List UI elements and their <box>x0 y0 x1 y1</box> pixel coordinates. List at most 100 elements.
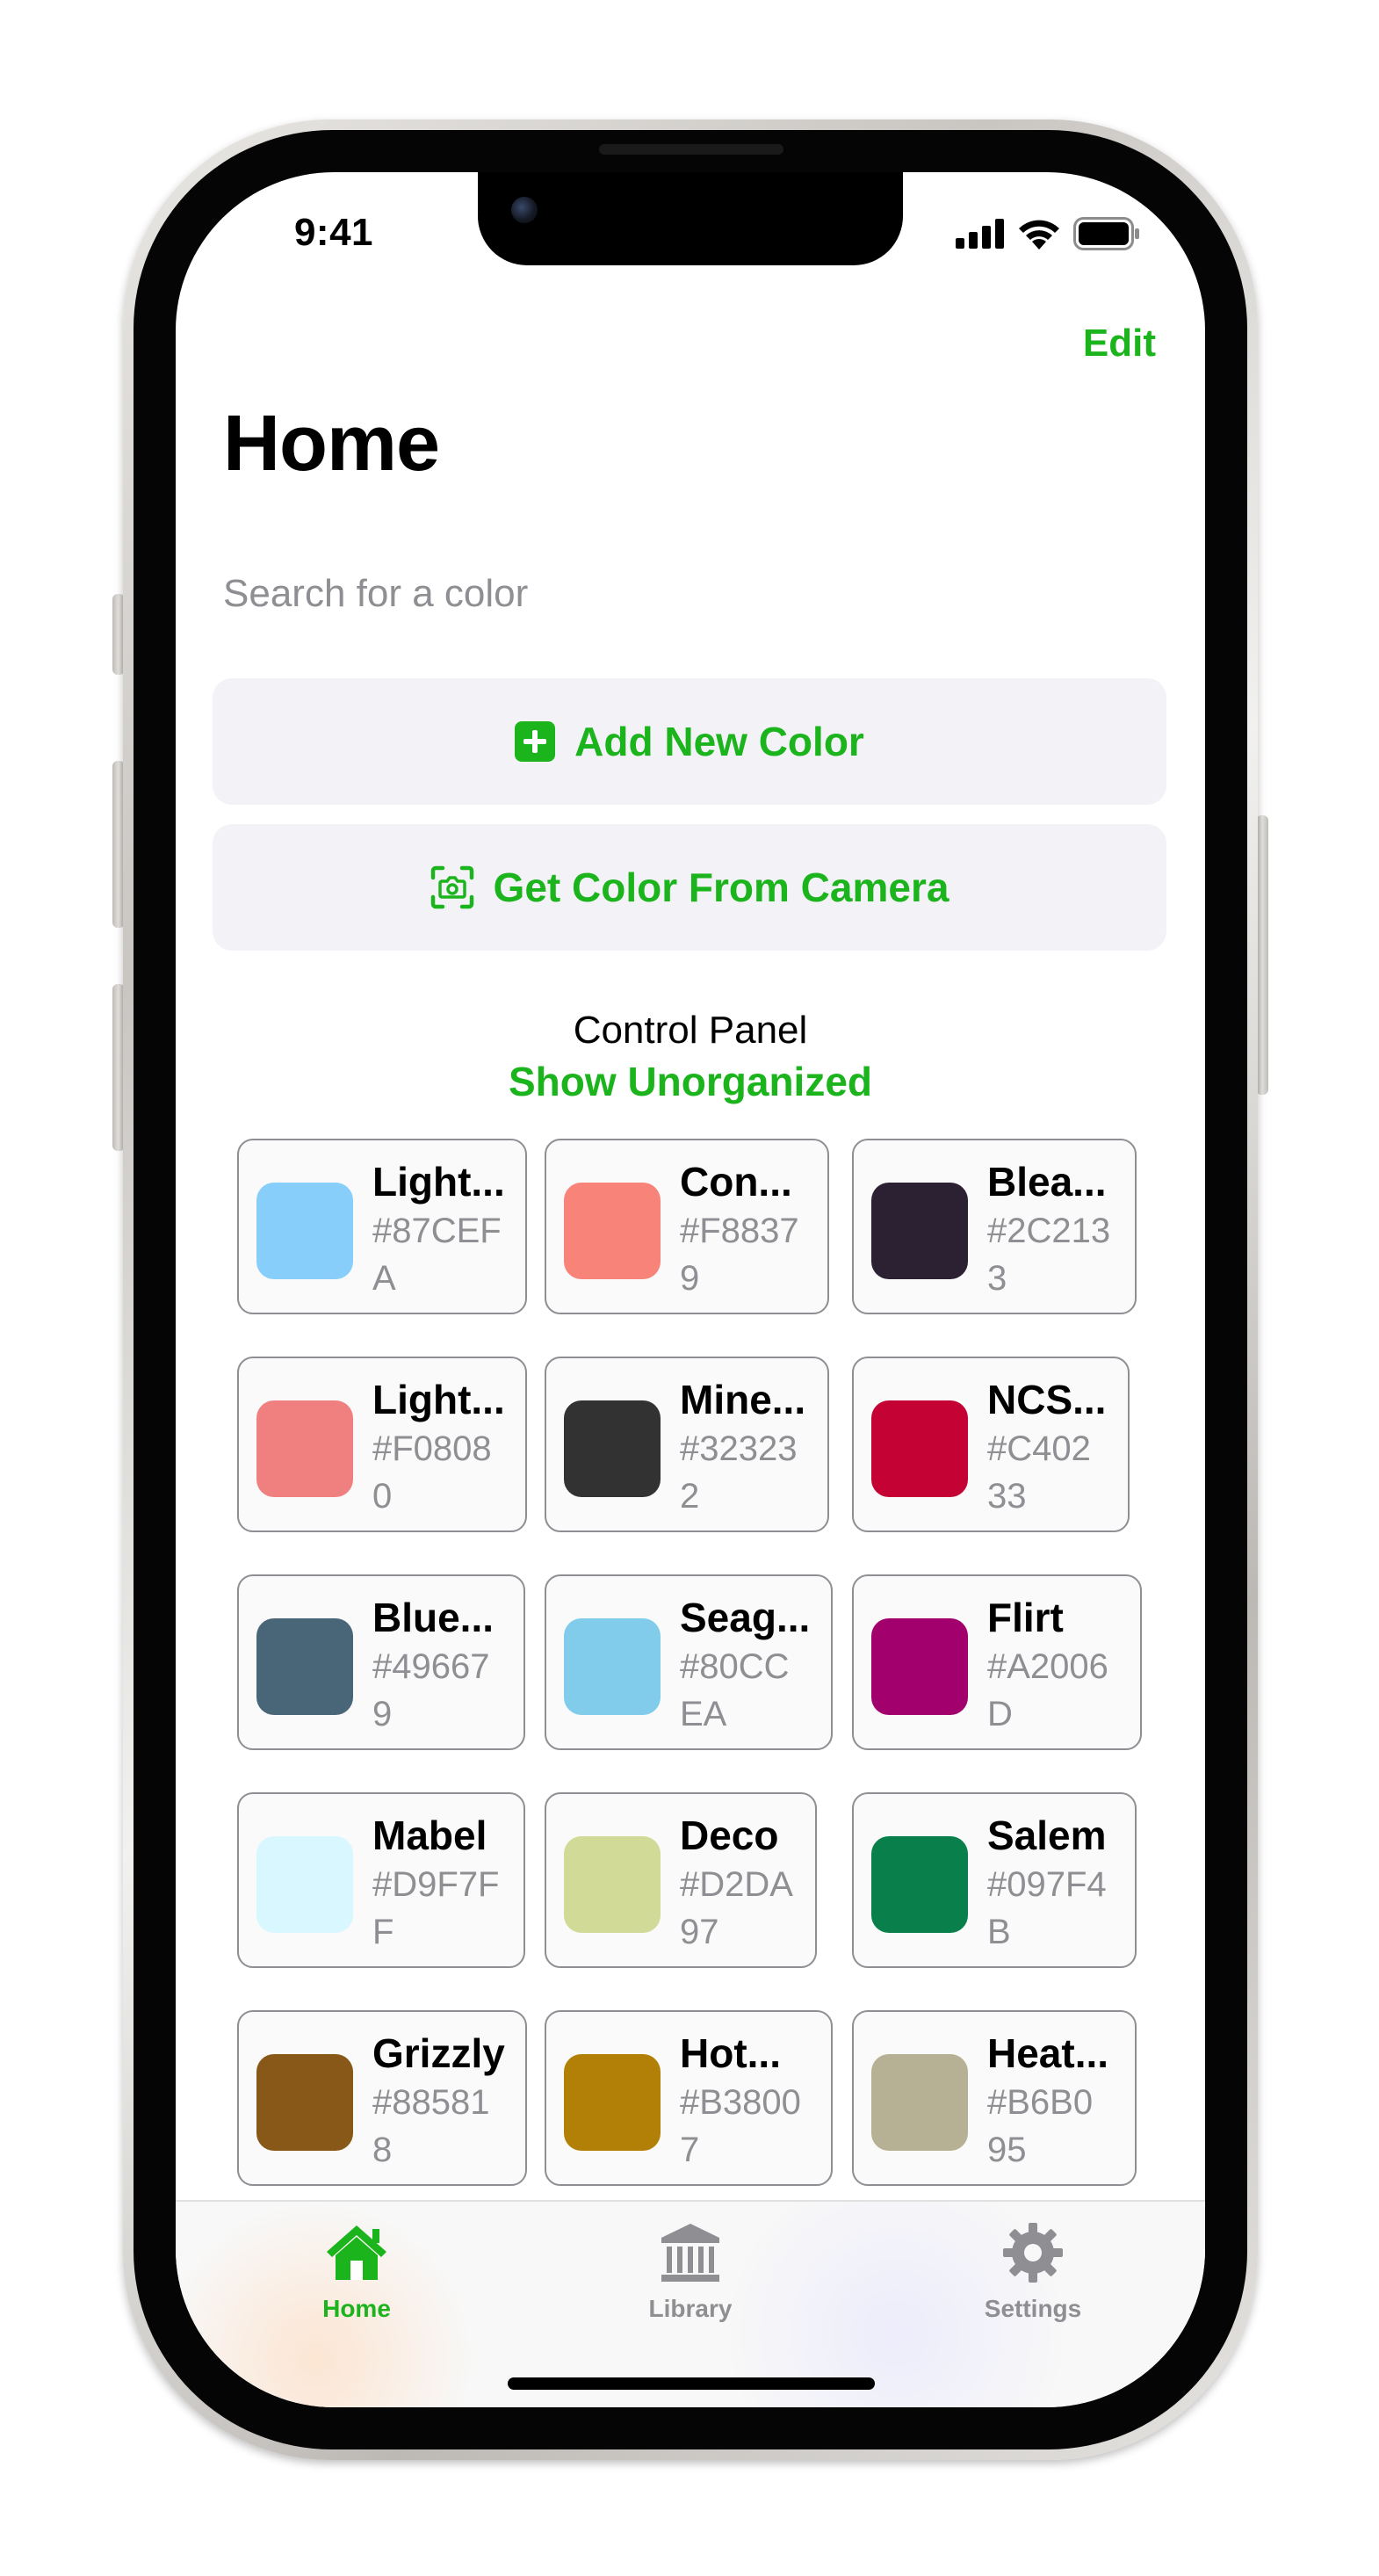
tab-settings[interactable]: Settings <box>945 2216 1121 2323</box>
color-hex-line: 97 <box>680 1913 719 1951</box>
color-hex: #88581 8 <box>372 2079 489 2174</box>
color-hex: #87CEF A <box>372 1207 502 1302</box>
color-hex-line: #097F4 <box>987 1865 1107 1904</box>
color-card[interactable]: Grizzly #88581 8 <box>237 2010 527 2186</box>
color-swatch <box>871 2054 968 2151</box>
color-hex-line: #80CC <box>680 1647 790 1686</box>
color-card[interactable]: Flirt #A2006 D <box>852 1574 1142 1750</box>
color-hex: #C402 33 <box>987 1425 1091 1520</box>
color-hex-line: 7 <box>680 2131 700 2169</box>
color-hex-line: 3 <box>987 1259 1007 1298</box>
color-card[interactable]: Mabel #D9F7F F <box>237 1792 525 1968</box>
color-card[interactable]: Hot... #B3800 7 <box>545 2010 833 2186</box>
status-icons <box>956 216 1140 251</box>
color-card[interactable]: Heat... #B6B0 95 <box>852 2010 1137 2186</box>
color-hex-line: #C402 <box>987 1429 1091 1468</box>
color-name: Con... <box>680 1159 792 1205</box>
color-hex: #B6B0 95 <box>987 2079 1093 2174</box>
color-hex: #80CC EA <box>680 1643 790 1738</box>
color-hex-line: #D2DA <box>680 1865 793 1904</box>
color-hex-line: #D9F7F <box>372 1865 500 1904</box>
color-card[interactable]: Seag... #80CC EA <box>545 1574 833 1750</box>
color-hex: #A2006 D <box>987 1643 1108 1738</box>
color-hex-line: 95 <box>987 2131 1027 2169</box>
color-name: Blea... <box>987 1159 1107 1205</box>
cellular-signal-icon <box>956 219 1004 249</box>
tab-home[interactable]: Home <box>269 2216 444 2323</box>
home-indicator <box>508 2377 875 2390</box>
get-color-from-camera-button[interactable]: Get Color From Camera <box>213 824 1166 951</box>
status-time: 9:41 <box>293 211 374 254</box>
color-hex: #D9F7F F <box>372 1861 500 1956</box>
add-new-color-label: Add New Color <box>574 719 864 764</box>
color-hex-line: 33 <box>987 1477 1027 1516</box>
color-swatch <box>256 1836 353 1933</box>
add-new-color-button[interactable]: Add New Color <box>213 678 1166 805</box>
color-card[interactable]: Blue... #49667 9 <box>237 1574 525 1750</box>
color-card[interactable]: Light... #87CEF A <box>237 1139 527 1314</box>
color-card[interactable]: Mine... #32323 2 <box>545 1357 829 1532</box>
color-card[interactable]: Blea... #2C213 3 <box>852 1139 1137 1314</box>
front-camera <box>511 197 538 223</box>
color-card[interactable]: Con... #F8837 9 <box>545 1139 829 1314</box>
power-button <box>1256 815 1268 1095</box>
page-title: Home <box>223 400 440 488</box>
color-name: Mabel <box>372 1813 487 1858</box>
edit-button[interactable]: Edit <box>1083 322 1156 365</box>
color-card[interactable]: NCS... #C402 33 <box>852 1357 1130 1532</box>
color-swatch <box>564 1618 661 1715</box>
wifi-icon <box>1019 220 1059 250</box>
color-swatch <box>564 1400 661 1497</box>
tab-settings-label: Settings <box>984 2295 1082 2322</box>
color-name: Deco <box>680 1813 779 1858</box>
color-swatch <box>871 1400 968 1497</box>
tab-home-label: Home <box>322 2295 391 2322</box>
color-hex-line: B <box>987 1913 1011 1951</box>
color-hex-line: 0 <box>372 1477 393 1516</box>
search-input[interactable] <box>223 559 1137 629</box>
color-swatch <box>871 1836 968 1933</box>
battery-icon <box>1073 217 1139 250</box>
color-hex: #F0808 0 <box>372 1425 492 1520</box>
color-hex: #B3800 7 <box>680 2079 801 2174</box>
control-panel-title: Control Panel <box>573 1009 808 1052</box>
color-hex-line: #F0808 <box>372 1429 492 1468</box>
color-card[interactable]: Salem #097F4 B <box>852 1792 1137 1968</box>
tab-library[interactable]: Library <box>603 2216 778 2323</box>
color-hex-line: #2C213 <box>987 1212 1111 1250</box>
color-name: Flirt <box>987 1595 1064 1640</box>
tab-bar: Home Library Settings <box>176 2200 1205 2407</box>
show-unorganized-button[interactable]: Show Unorganized <box>176 1058 1205 1105</box>
color-card[interactable]: Light... #F0808 0 <box>237 1357 527 1532</box>
color-hex-line: #32323 <box>680 1429 798 1468</box>
plus-square-icon <box>515 721 556 762</box>
color-swatch <box>564 1183 661 1279</box>
color-hex-line: A <box>372 1259 396 1298</box>
phone-screen: 9:41 Edit Home Add New Color <box>176 172 1205 2407</box>
color-hex: #D2DA 97 <box>680 1861 793 1956</box>
notch <box>478 172 903 265</box>
gear-icon <box>1003 2223 1063 2283</box>
bank-icon <box>661 2224 719 2282</box>
tab-library-label: Library <box>648 2295 733 2322</box>
color-name: Blue... <box>372 1595 495 1640</box>
color-card[interactable]: Deco #D2DA 97 <box>545 1792 817 1968</box>
color-hex: #097F4 B <box>987 1861 1107 1956</box>
color-hex-line: 9 <box>680 1259 700 1298</box>
color-hex-line: D <box>987 1695 1013 1733</box>
speaker-grille <box>599 144 783 155</box>
color-name: Light... <box>372 1377 505 1422</box>
color-swatch <box>564 2054 661 2151</box>
color-hex-line: EA <box>680 1695 727 1733</box>
color-hex: #2C213 3 <box>987 1207 1110 1302</box>
color-hex-line: #B6B0 <box>987 2083 1094 2122</box>
color-hex-line: #88581 <box>372 2083 490 2122</box>
color-name: Light... <box>372 1159 505 1205</box>
color-hex: #F8837 9 <box>680 1207 799 1302</box>
color-hex-line: #49667 <box>372 1647 490 1686</box>
camera-viewfinder-icon <box>430 865 473 909</box>
color-name: Mine... <box>680 1377 806 1422</box>
color-name: NCS... <box>987 1377 1107 1422</box>
color-swatch <box>871 1618 968 1715</box>
house-icon <box>327 2225 386 2280</box>
